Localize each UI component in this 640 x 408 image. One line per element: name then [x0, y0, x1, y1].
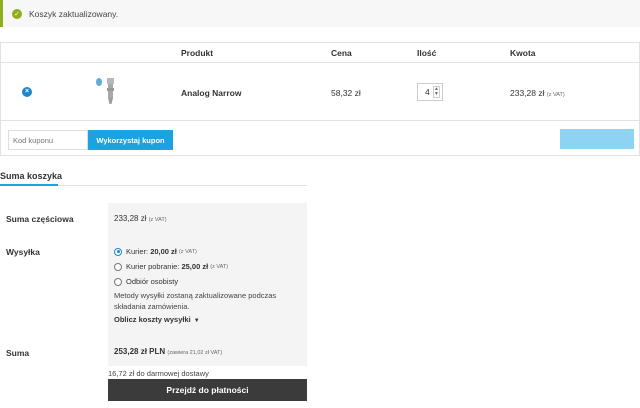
total-value-wrap: 253,28 zł PLN (zawiera 21,02 zł VAT): [114, 347, 222, 356]
totals-title-underline: [0, 184, 58, 186]
header-quantity: Ilość: [417, 48, 437, 58]
header-subtotal: Kwota: [510, 48, 536, 58]
radio-selected-icon[interactable]: [114, 247, 122, 256]
calculate-shipping-label[interactable]: Oblicz koszty wysyłki: [114, 315, 191, 324]
product-price: 58,32 zł: [331, 88, 361, 98]
cart-table-header: Produkt Cena Ilość Kwota: [1, 43, 639, 63]
cart-table: Produkt Cena Ilość Kwota × Analog Narrow…: [0, 42, 640, 156]
subtotal-label: Suma częściowa: [6, 214, 74, 224]
radio-icon[interactable]: [114, 262, 122, 271]
shipping-option-courier-cod[interactable]: Kurier pobranie: 25,00 zł (z VAT): [114, 262, 228, 271]
total-vat-note: (zawiera 21,02 zł VAT): [167, 350, 223, 356]
update-cart-button[interactable]: [560, 129, 634, 149]
cart-totals-title: Suma koszyka: [0, 171, 63, 181]
quantity-stepper[interactable]: 4 ▲ ▼: [417, 83, 443, 101]
shipping-note: Metody wysyłki zostaną zaktualizowane po…: [114, 291, 277, 311]
subtotal-value: 233,28 zł: [114, 214, 147, 223]
subtotal-vat-note: (z VAT): [148, 217, 167, 223]
row-vat-note: (z VAT): [546, 92, 565, 98]
shipping-option-price: 20,00 zł: [150, 247, 177, 256]
radio-icon[interactable]: [114, 277, 122, 286]
shipping-option-vat: (z VAT): [178, 248, 197, 255]
shipping-label: Wysyłka: [6, 247, 40, 257]
spinner-arrows-icon[interactable]: ▲ ▼: [433, 86, 440, 98]
coupon-code-input[interactable]: [8, 130, 88, 150]
product-thumbnail[interactable]: [94, 75, 124, 107]
row-subtotal-value: 233,28 zł: [510, 88, 545, 98]
shipping-option-label: Kurier:: [126, 247, 149, 256]
quantity-value[interactable]: 4: [418, 87, 433, 97]
table-row: × Analog Narrow 58,32 zł 4 ▲ ▼ 233,28 zł …: [1, 63, 639, 121]
row-subtotal: 233,28 zł (z VAT): [510, 88, 565, 98]
shipping-option-courier[interactable]: Kurier: 20,00 zł (z VAT): [114, 247, 197, 256]
product-name-link[interactable]: Analog Narrow: [181, 88, 241, 98]
notice-message: Koszyk zaktualizowany.: [29, 8, 119, 19]
apply-coupon-button[interactable]: Wykorzystaj kupon: [88, 130, 173, 150]
header-price: Cena: [331, 48, 352, 58]
calculate-shipping-link[interactable]: Oblicz koszty wysyłki ▼: [114, 315, 200, 324]
shipping-option-vat: (z VAT): [210, 263, 229, 270]
shipping-option-label: Kurier pobranie:: [126, 262, 180, 271]
cart-updated-notice: ✓ Koszyk zaktualizowany.: [0, 0, 640, 27]
shipping-option-pickup[interactable]: Odbiór osobisty: [114, 277, 178, 286]
header-product: Produkt: [181, 48, 214, 58]
shipping-option-price: 25,00 zł: [181, 262, 209, 271]
remove-item-icon[interactable]: ×: [22, 87, 32, 97]
subtotal-value-wrap: 233,28 zł (z VAT): [114, 214, 167, 223]
free-shipping-note: 16,72 zł do darmowej dostawy: [108, 369, 209, 378]
total-value: 253,28 zł PLN: [114, 347, 166, 356]
total-label: Suma: [6, 348, 30, 358]
checkout-button[interactable]: Przejdź do płatności: [108, 379, 307, 401]
shipping-option-label: Odbiór osobisty: [126, 277, 179, 286]
caret-down-icon[interactable]: ▼: [194, 318, 200, 324]
check-circle-icon: ✓: [12, 8, 22, 19]
